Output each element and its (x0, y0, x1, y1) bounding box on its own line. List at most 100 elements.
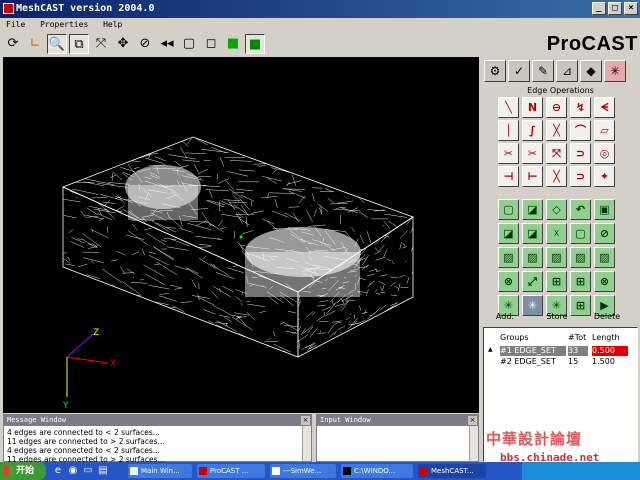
store-button[interactable]: Store (539, 310, 575, 324)
table-row[interactable]: #2 EDGE_SET 15 1.500 (500, 357, 638, 367)
menu-properties[interactable]: Properties (40, 20, 88, 29)
operation-button-icon[interactable]: ⊖ (546, 97, 567, 118)
folder-icon[interactable]: ▤ (97, 465, 109, 477)
operation-button-icon[interactable]: ▱ (594, 120, 615, 141)
operation-button-icon[interactable]: ☓ (546, 223, 567, 244)
tab-mesh-icon[interactable]: ◆ (580, 60, 602, 82)
pan-icon[interactable]: ✥ (113, 34, 133, 54)
tab-tet-icon[interactable]: ✳ (604, 60, 626, 82)
toolbar: ⟳ ∟ 🔍 ⧉ ⤧ ✥ ⊘ ◂◂ ▢ ◻ ■ ■ ProCAST (0, 31, 640, 57)
tab-geometry-icon[interactable]: ⚙ (484, 60, 506, 82)
close-icon[interactable]: × (468, 416, 477, 425)
close-button[interactable]: × (624, 2, 638, 15)
mesh-edge (268, 192, 295, 194)
fit-icon[interactable]: ⤧ (91, 34, 111, 54)
operation-button-icon[interactable]: ⊗ (498, 271, 519, 292)
zoom-icon[interactable]: 🔍 (47, 34, 67, 54)
mesh-edge (298, 325, 302, 331)
operation-button-icon[interactable]: ⊢ (522, 166, 543, 187)
operation-button-icon[interactable]: ✦ (594, 166, 615, 187)
operation-button-icon[interactable]: ▣ (594, 199, 615, 220)
axis-icon[interactable]: ∟ (25, 34, 45, 54)
operation-button-icon[interactable]: ╳ (546, 166, 567, 187)
task-main-window[interactable]: Main Win... (128, 464, 192, 478)
message-scrollbar[interactable] (302, 426, 311, 461)
operation-button-icon[interactable]: ⤧ (546, 143, 567, 164)
operation-button-icon[interactable]: ⊞ (546, 271, 567, 292)
scroll-up-icon[interactable]: ▲ (488, 346, 493, 353)
mesh-edge (378, 280, 385, 285)
operation-button-icon[interactable]: ▢ (498, 199, 519, 220)
operation-button-icon[interactable]: ∫ (522, 120, 543, 141)
operation-button-icon[interactable]: ✂ (522, 143, 543, 164)
operation-button-icon[interactable]: ⊘ (594, 223, 615, 244)
operation-button-icon[interactable]: N (522, 97, 543, 118)
task-procast[interactable]: ProCAST ... (197, 464, 265, 478)
graphics-viewport[interactable]: Z X Y (3, 57, 479, 413)
input-window[interactable]: Input Window × (316, 414, 479, 462)
task-simweld[interactable]: ---SimWe... (270, 464, 336, 478)
operation-button-icon[interactable]: ◇ (546, 199, 567, 220)
menu-help[interactable]: Help (103, 20, 122, 29)
operation-button-icon[interactable]: ↶ (570, 199, 591, 220)
operation-button-icon[interactable]: ⊃ (570, 143, 591, 164)
media-icon[interactable]: ◉ (67, 465, 79, 477)
operation-button-icon[interactable]: │ (498, 120, 519, 141)
operation-button-icon[interactable]: ◪ (498, 223, 519, 244)
input-scrollbar[interactable] (469, 426, 478, 461)
operation-button-icon[interactable]: ⊃ (570, 166, 591, 187)
mesh-edge (350, 313, 352, 316)
operation-button-icon[interactable]: ᗕ (594, 97, 615, 118)
tab-edit-icon[interactable]: ✎ (532, 60, 554, 82)
maximize-button[interactable]: □ (608, 2, 622, 15)
mesh-edge (320, 206, 322, 215)
operation-button-icon[interactable]: ▨ (594, 247, 615, 268)
previous-view-icon[interactable]: ◂◂ (157, 34, 177, 54)
table-row[interactable]: #1 EDGE_SET 33 0.500 (500, 346, 638, 356)
mesh-edge (257, 165, 259, 167)
wireframe-icon[interactable]: ▢ (179, 34, 199, 54)
mesh-edge (224, 317, 232, 322)
zoom-box-icon[interactable]: ⧉ (69, 34, 89, 54)
close-icon[interactable]: × (301, 416, 310, 425)
operation-button-icon[interactable]: ▨ (498, 247, 519, 268)
mesh-edge (86, 207, 99, 216)
shaded-edges-icon[interactable]: ■ (245, 34, 265, 54)
mesh-edge (351, 227, 355, 232)
hidden-line-icon[interactable]: ◻ (201, 34, 221, 54)
start-button[interactable]: 开始 (0, 462, 46, 480)
mesh-edge (152, 246, 174, 261)
operation-button-icon[interactable]: ▨ (570, 247, 591, 268)
desktop-icon[interactable]: ▭ (82, 465, 94, 477)
hide-icon[interactable]: ⊘ (135, 34, 155, 54)
rotate-icon[interactable]: ⟳ (3, 34, 23, 54)
group-length: 0.500 (592, 346, 628, 356)
shaded-icon[interactable]: ■ (223, 34, 243, 54)
operation-button-icon[interactable]: ⤢ (522, 271, 543, 292)
tab-surface-icon[interactable]: ⊿ (556, 60, 578, 82)
operation-button-icon[interactable]: ╳ (546, 120, 567, 141)
delete-button[interactable]: Delete (589, 310, 625, 324)
operation-button-icon[interactable]: ◪ (522, 223, 543, 244)
task-meshcast[interactable]: MeshCAST... (418, 464, 486, 478)
operation-button-icon[interactable]: ⊣ (498, 166, 519, 187)
operation-button-icon[interactable]: ▨ (546, 247, 567, 268)
operation-button-icon[interactable]: ◪ (522, 199, 543, 220)
operation-button-icon[interactable]: ▢ (570, 223, 591, 244)
operation-button-icon[interactable]: ⌒ (570, 120, 591, 141)
task-cmd[interactable]: C:\WINDO... (341, 464, 413, 478)
operation-button-icon[interactable]: ⊞ (570, 271, 591, 292)
menu-file[interactable]: File (6, 20, 25, 29)
operation-button-icon[interactable]: ◎ (594, 143, 615, 164)
mesh-edge (195, 235, 223, 240)
mesh-edge (235, 188, 254, 192)
operation-button-icon[interactable]: ✂ (498, 143, 519, 164)
add-label: Add: (495, 312, 515, 321)
operation-button-icon[interactable]: ▨ (522, 247, 543, 268)
operation-button-icon[interactable]: ╲ (498, 97, 519, 118)
operation-button-icon[interactable]: ⊗ (594, 271, 615, 292)
operation-button-icon[interactable]: ↯ (570, 97, 591, 118)
tab-check-icon[interactable]: ✓ (508, 60, 530, 82)
minimize-button[interactable]: _ (592, 2, 606, 15)
browser-icon[interactable]: e (52, 465, 64, 477)
